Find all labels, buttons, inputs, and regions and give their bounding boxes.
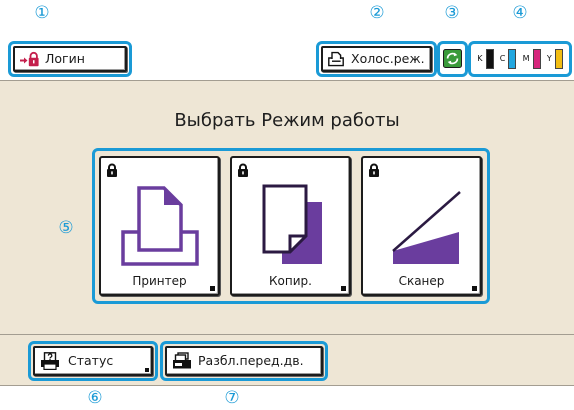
ink-level-bar bbox=[532, 49, 541, 69]
ink-letter: M bbox=[522, 54, 530, 63]
login-button[interactable]: Логин bbox=[13, 46, 127, 72]
callout-6: ⑥ bbox=[87, 388, 103, 408]
callout-4: ④ bbox=[512, 3, 528, 23]
idle-mode-button[interactable]: Холос.реж. bbox=[321, 46, 432, 72]
printer-question-icon bbox=[41, 352, 59, 370]
page-title: Выбрать Режим работы bbox=[174, 110, 400, 131]
printer-door-icon bbox=[173, 352, 191, 369]
ink-level-bar bbox=[508, 49, 517, 69]
callout-5: ⑤ bbox=[58, 218, 74, 238]
corner-indicator bbox=[341, 286, 346, 291]
ink-level-bar bbox=[554, 49, 563, 69]
operation-panel-screen: ① ② ③ ④ Логин Холос.реж. K C M Y Выбрать… bbox=[0, 0, 574, 410]
scanner-mode-button[interactable]: Сканер bbox=[361, 156, 482, 296]
ink-level-fill bbox=[555, 50, 562, 68]
callout-2: ② bbox=[369, 3, 385, 23]
corner-indicator bbox=[210, 286, 215, 291]
login-lock-arrow-icon bbox=[20, 51, 39, 67]
header-bar: Логин Холос.реж. K C M Y bbox=[0, 36, 574, 80]
ink-letter: C bbox=[499, 54, 506, 63]
ink-letter: K bbox=[477, 54, 483, 63]
ink-level-bar bbox=[485, 49, 494, 69]
copy-mode-button[interactable]: Копир. bbox=[230, 156, 351, 296]
copy-icon bbox=[262, 184, 322, 264]
callout-1: ① bbox=[34, 3, 50, 23]
lock-icon bbox=[238, 163, 248, 177]
printer-outline-icon bbox=[328, 51, 344, 67]
ink-item-k: K bbox=[477, 49, 494, 69]
status-label: Статус bbox=[68, 353, 114, 368]
idle-mode-label: Холос.реж. bbox=[351, 51, 425, 66]
lock-icon bbox=[107, 163, 117, 177]
corner-indicator bbox=[145, 368, 149, 372]
ink-item-c: C bbox=[500, 49, 517, 69]
unlock-front-door-label: Разбл.перед.дв. bbox=[198, 353, 304, 368]
mode-select-area: Выбрать Режим работы Принтер Копир. Скан… bbox=[0, 80, 574, 334]
ink-item-m: M bbox=[523, 49, 541, 69]
footer-bar: Статус Разбл.перед.дв. bbox=[0, 334, 574, 386]
ink-level-indicator: K C M Y bbox=[471, 44, 569, 74]
mode-label: Принтер bbox=[132, 274, 187, 288]
highlight-ink-levels: K C M Y bbox=[468, 41, 572, 77]
printer-icon bbox=[121, 186, 199, 266]
ink-item-y: Y bbox=[547, 49, 563, 69]
scanner-icon bbox=[392, 191, 461, 264]
lock-icon bbox=[369, 163, 379, 177]
mode-label: Копир. bbox=[269, 274, 312, 288]
cycle-arrows-icon bbox=[443, 49, 462, 68]
ink-level-fill bbox=[533, 50, 540, 68]
login-label: Логин bbox=[45, 51, 85, 66]
corner-indicator bbox=[472, 286, 477, 291]
ink-letter: Y bbox=[546, 54, 552, 63]
mode-label: Сканер bbox=[398, 274, 445, 288]
status-button[interactable]: Статус bbox=[33, 346, 153, 376]
callout-7: ⑦ bbox=[224, 388, 240, 408]
ink-level-fill bbox=[509, 50, 516, 68]
unlock-front-door-button[interactable]: Разбл.перед.дв. bbox=[165, 346, 323, 376]
ink-level-fill bbox=[486, 50, 493, 68]
printer-mode-button[interactable]: Принтер bbox=[99, 156, 220, 296]
callout-3: ③ bbox=[444, 3, 460, 23]
